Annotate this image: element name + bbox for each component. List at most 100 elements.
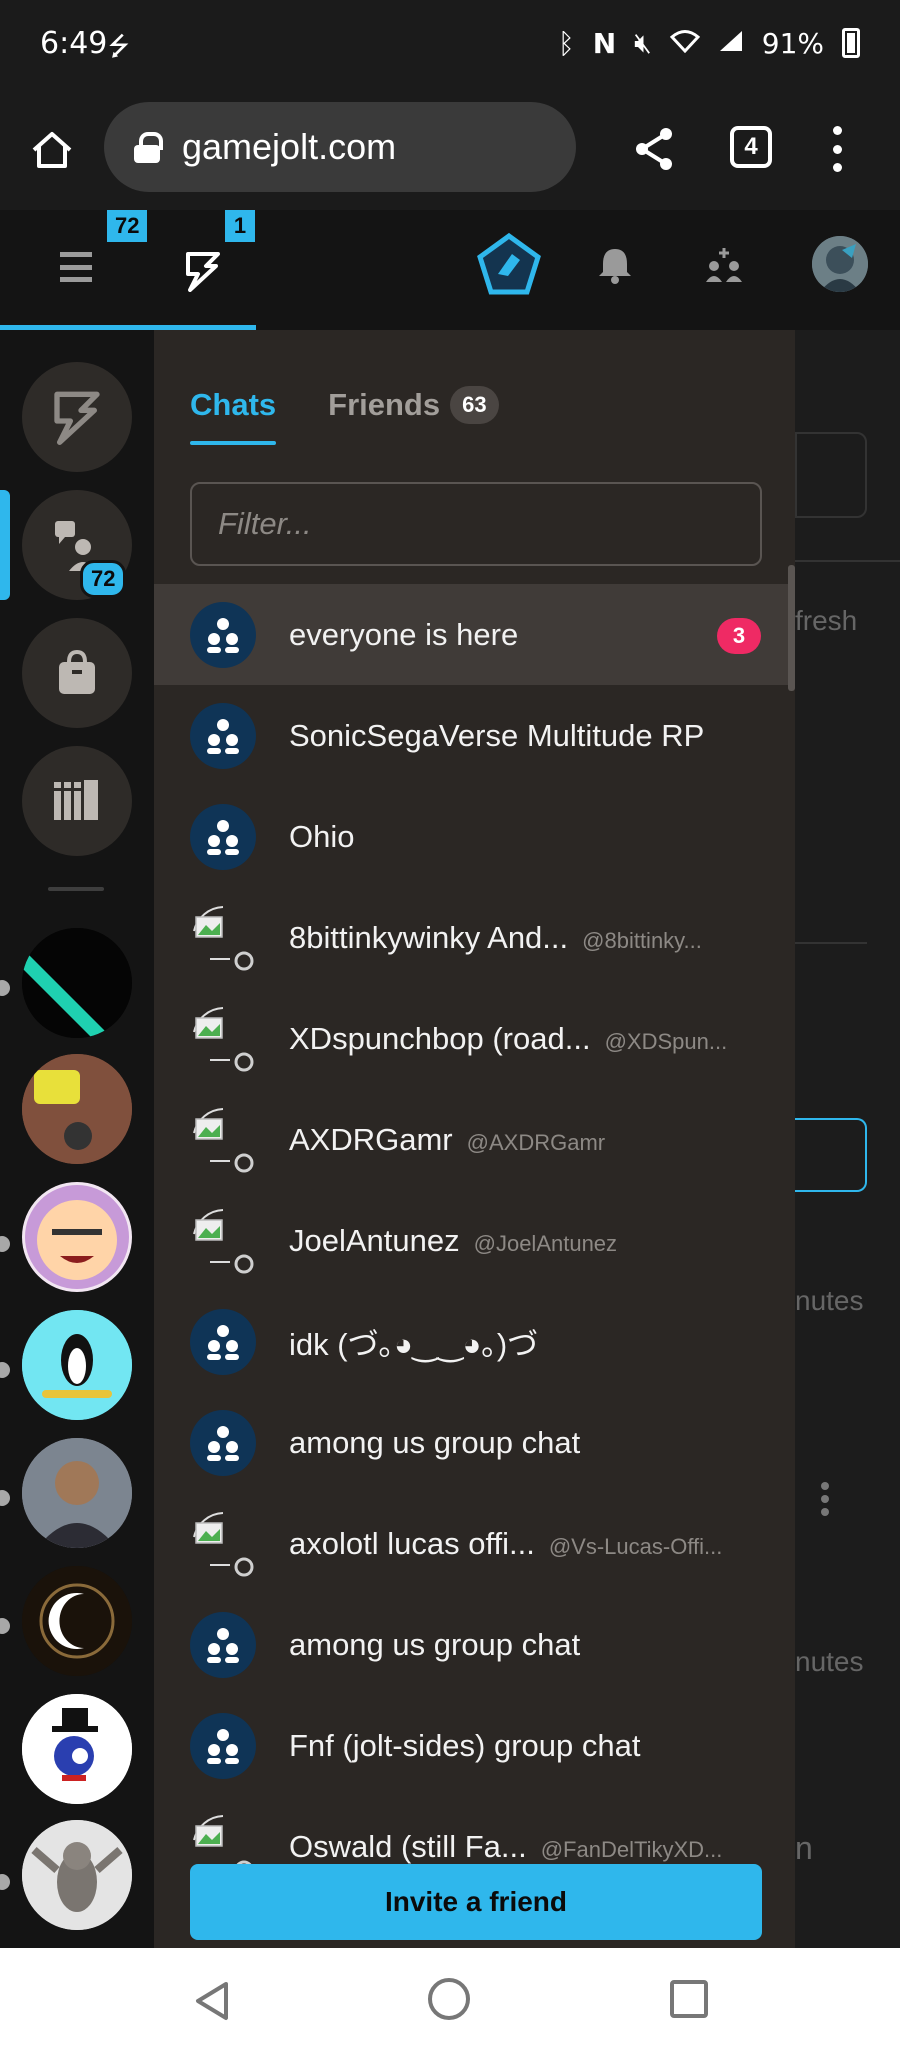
user-avatar	[190, 1208, 256, 1274]
browser-menu-button[interactable]	[830, 126, 844, 172]
rail-active-indicator	[0, 490, 10, 600]
chat-room-name: Ohio	[289, 819, 354, 855]
user-handle: @FanDelTikyXD...	[540, 1836, 723, 1862]
share-icon	[636, 128, 672, 170]
tab-switcher-button[interactable]: 4	[730, 126, 772, 168]
tab-chats[interactable]: Chats	[190, 387, 277, 445]
filter-input[interactable]	[190, 482, 762, 566]
library-icon	[54, 780, 98, 820]
user-handle: @8bittinky...	[582, 927, 702, 953]
chat-room-item[interactable]: axolotl lucas offi... @Vs-Lucas-Offi...	[154, 1493, 795, 1594]
chat-room-item[interactable]: Ohio	[154, 786, 795, 887]
community-image	[22, 1438, 132, 1548]
community-avatar[interactable]	[22, 1566, 132, 1676]
shopping-bag-icon	[59, 649, 95, 694]
tab-chats-label: Chats	[190, 387, 277, 422]
rail-shop-button[interactable]	[22, 618, 132, 728]
quest-pentagon-icon	[477, 232, 541, 295]
status-icons: ᛒ N 🔇︎ 91%	[558, 26, 860, 60]
room-title: SonicSegaVerse Multitude RP	[289, 717, 705, 753]
community-avatar[interactable]	[22, 1694, 132, 1804]
broken-image-icon	[193, 906, 254, 971]
chat-room-item[interactable]: everyone is here 3	[154, 584, 795, 685]
home-button[interactable]	[28, 126, 76, 174]
chat-room-name: SonicSegaVerse Multitude RP	[289, 718, 704, 754]
chat-room-name: Fnf (jolt-sides) group chat	[289, 1728, 640, 1764]
background-text: nutes	[795, 1646, 864, 1677]
chat-room-item[interactable]: among us group chat	[154, 1594, 795, 1695]
notifications-button[interactable]	[598, 246, 632, 289]
broken-image-icon	[193, 1108, 254, 1173]
user-handle: @Vs-Lucas-Offi...	[548, 1533, 723, 1559]
app-header: 72 1	[0, 210, 900, 330]
divider	[795, 942, 867, 944]
background-text: n	[795, 1830, 813, 1866]
chat-room-item[interactable]: Fnf (jolt-sides) group chat	[154, 1695, 795, 1796]
menu-icon[interactable]	[60, 252, 92, 282]
room-title: XDspunchbop (road...	[289, 1020, 591, 1056]
broken-image-icon	[193, 1209, 254, 1274]
quest-button[interactable]	[474, 230, 544, 305]
community-avatar[interactable]	[22, 1182, 132, 1292]
chat-room-name: XDspunchbop (road... @XDSpun...	[289, 1021, 727, 1057]
user-avatar[interactable]	[812, 236, 868, 292]
jolt-bolt-icon	[54, 391, 100, 445]
background-text: nutes	[795, 1285, 864, 1316]
chat-room-item[interactable]: JoelAntunez @JoelAntunez	[154, 1190, 795, 1291]
group-avatar	[190, 1612, 256, 1678]
tab-friends[interactable]: Friends 63	[328, 386, 499, 424]
rail-activity-button[interactable]	[22, 362, 132, 472]
broken-image-icon	[193, 1007, 254, 1072]
status-bar: 6:49 ⭍ ᛒ N 🔇︎ 91%	[0, 0, 900, 88]
chat-room-name: Oswald (still Fa... @FanDelTikyXD...	[289, 1829, 722, 1865]
address-bar[interactable]: gamejolt.com	[104, 102, 576, 192]
community-avatar[interactable]	[22, 1310, 132, 1420]
unread-dot	[0, 1618, 10, 1634]
rail-library-button[interactable]	[22, 746, 132, 856]
home-nav-button[interactable]	[428, 1978, 470, 2020]
group-icon	[207, 1325, 239, 1360]
group-avatar	[190, 1410, 256, 1476]
community-avatar[interactable]	[22, 928, 132, 1038]
community-avatar[interactable]	[22, 1054, 132, 1164]
unread-count-badge: 3	[717, 618, 761, 654]
chat-tabs: Chats Friends 63	[190, 386, 551, 445]
list-scrollbar[interactable]	[788, 565, 795, 691]
chat-room-item[interactable]: among us group chat	[154, 1392, 795, 1493]
rail-separator	[48, 887, 104, 891]
user-avatar	[190, 1107, 256, 1173]
add-friend-icon	[706, 248, 742, 282]
group-avatar	[190, 602, 256, 668]
battery-icon	[842, 28, 860, 58]
group-icon	[207, 618, 239, 653]
share-button[interactable]	[630, 124, 680, 174]
chat-room-item[interactable]: 8bittinkywinky And... @8bittinky...	[154, 887, 795, 988]
chat-count-badge: 72	[80, 560, 127, 598]
community-avatar[interactable]	[22, 1820, 132, 1930]
invite-friend-button[interactable]: Invite a friend	[190, 1864, 762, 1940]
activity-feed-button[interactable]	[184, 250, 222, 297]
back-icon[interactable]	[192, 1980, 232, 2022]
community-image	[22, 928, 132, 1038]
recents-button[interactable]	[670, 1980, 708, 2018]
status-time: 6:49	[40, 26, 108, 61]
chat-room-name: AXDRGamr @AXDRGamr	[289, 1122, 605, 1158]
chat-room-item[interactable]: XDspunchbop (road... @XDSpun...	[154, 988, 795, 1089]
tab-count: 4	[744, 133, 758, 160]
chat-room-list: everyone is here 3 SonicSegaVerse Multitud…	[154, 584, 795, 1897]
chat-room-item[interactable]: idk (づ｡◕‿‿◕｡)づ	[154, 1291, 795, 1392]
jolt-bolt-icon	[186, 252, 220, 292]
lock-icon	[134, 132, 163, 163]
android-nav-bar	[0, 1948, 900, 2050]
chat-room-item[interactable]: AXDRGamr @AXDRGamr	[154, 1089, 795, 1190]
friends-button[interactable]	[704, 248, 744, 289]
group-icon	[207, 820, 239, 855]
community-image	[25, 1185, 129, 1289]
chat-room-item[interactable]: SonicSegaVerse Multitude RP	[154, 685, 795, 786]
broken-image-icon	[193, 1512, 254, 1577]
community-avatar[interactable]	[22, 1438, 132, 1548]
group-avatar	[190, 703, 256, 769]
wifi-icon	[669, 27, 700, 60]
room-title: among us group chat	[289, 1626, 581, 1662]
user-avatar	[190, 1511, 256, 1577]
